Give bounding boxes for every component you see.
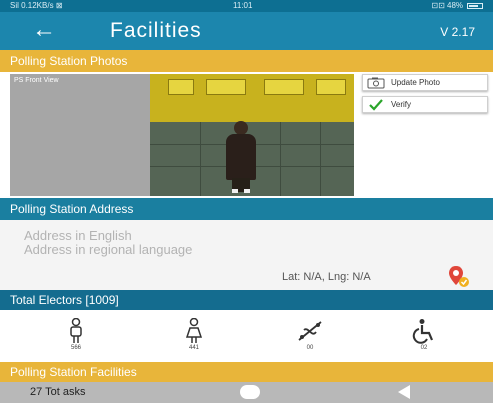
lat-lng-readout: Lat: N/A, Lng: N/A xyxy=(282,271,371,283)
photo-grid-line xyxy=(200,122,201,196)
third-gender-electors: 00 xyxy=(290,318,330,358)
address-panel: Address in English Address in regional l… xyxy=(0,220,493,290)
pwd-count: 02 xyxy=(420,345,428,351)
photo-grid-line xyxy=(320,122,321,196)
female-electors: 441 xyxy=(174,318,214,358)
update-photo-button[interactable]: Update Photo xyxy=(362,74,488,91)
system-nav-bar: 27 Tot asks xyxy=(0,382,493,403)
photo-label: PS Front View xyxy=(10,74,150,196)
polling-station-photo[interactable] xyxy=(150,74,354,196)
ps-front-view-label: PS Front View xyxy=(14,77,59,84)
male-electors: 566 xyxy=(56,318,96,358)
camera-icon xyxy=(367,77,385,89)
address-section-header: Polling Station Address xyxy=(0,198,493,220)
female-icon xyxy=(185,318,203,343)
facilities-section-header[interactable]: Polling Station Facilities xyxy=(0,362,493,382)
photo-plaque xyxy=(316,79,346,95)
wheelchair-icon xyxy=(412,319,434,344)
person-body xyxy=(226,134,256,180)
verify-button[interactable]: Verify xyxy=(362,96,488,113)
photo-plaque xyxy=(206,79,246,95)
photos-section-header: Polling Station Photos xyxy=(0,50,493,72)
photo-plaque xyxy=(264,79,304,95)
app-bar: ← Facilities V 2.17 xyxy=(0,12,493,50)
address-regional-field[interactable]: Address in regional language xyxy=(24,242,192,257)
network-status: Sil 0.12KB/s ⊠ xyxy=(10,1,63,10)
battery-icon xyxy=(467,3,483,9)
version-label: V 2.17 xyxy=(440,25,475,39)
location-pin-icon[interactable] xyxy=(446,264,470,288)
page-title: Facilities xyxy=(110,19,202,42)
back-arrow-icon[interactable]: ← xyxy=(32,18,56,42)
person-head xyxy=(234,121,248,135)
photo-plaque xyxy=(168,79,194,95)
photo-area: PS Front View Update Photo Verify xyxy=(10,74,488,196)
toast-message: 27 Tot asks xyxy=(30,386,86,398)
male-count: 566 xyxy=(70,345,81,351)
female-count: 441 xyxy=(188,345,199,351)
third-gender-icon xyxy=(298,321,322,341)
address-english-field[interactable]: Address in English xyxy=(24,228,132,243)
electors-section-header: Total Electors [1009] xyxy=(0,290,493,310)
status-time: 11:01 xyxy=(233,1,253,10)
status-bar: Sil 0.12KB/s ⊠ 11:01 ⊡⊡ 48% xyxy=(0,0,493,12)
person-shoe xyxy=(244,189,250,193)
person-shoe xyxy=(232,189,238,193)
battery-percent: ⊡⊡ 48% xyxy=(431,1,463,10)
nav-back-icon[interactable] xyxy=(398,385,410,399)
photo-grid-line xyxy=(280,122,281,196)
male-icon xyxy=(70,318,82,343)
third-gender-count: 00 xyxy=(306,345,314,351)
electors-panel: 566 441 00 02 xyxy=(0,310,493,362)
update-photo-label: Update Photo xyxy=(391,78,440,87)
checkmark-icon xyxy=(367,99,385,111)
verify-label: Verify xyxy=(391,100,412,109)
home-button[interactable] xyxy=(240,385,260,399)
pwd-electors: 02 xyxy=(404,318,444,358)
